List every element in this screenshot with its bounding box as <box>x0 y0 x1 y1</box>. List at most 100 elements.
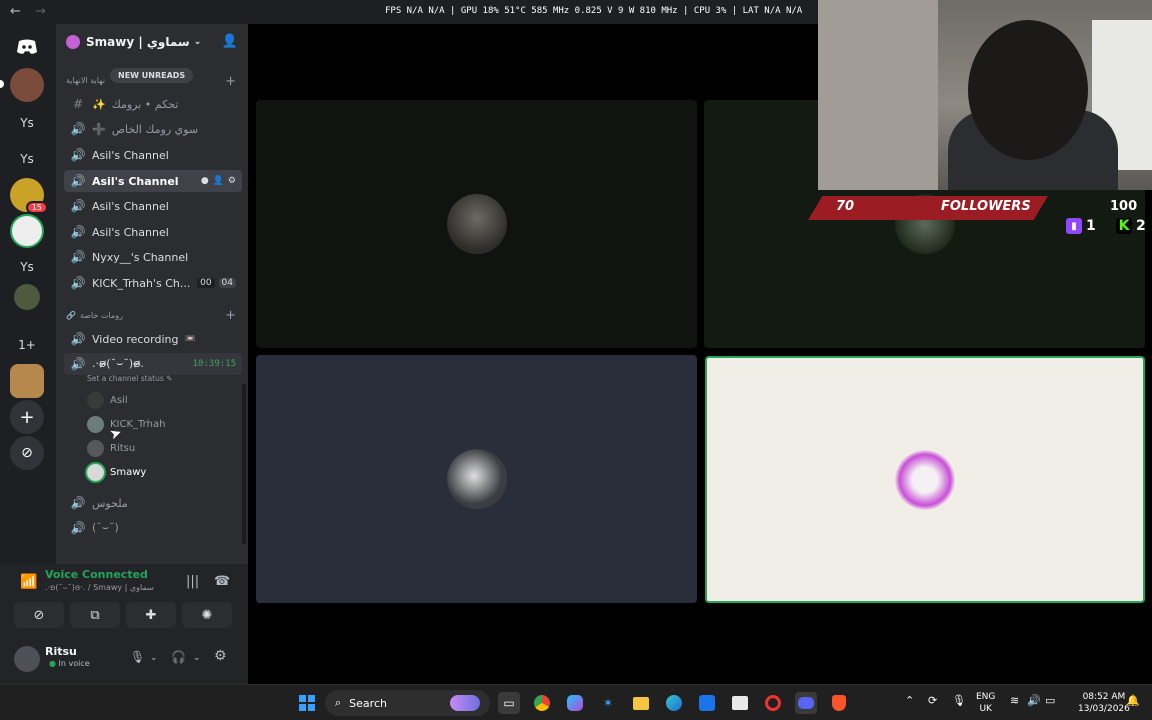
speaker-icon: 🔊 <box>70 225 86 239</box>
avatar <box>87 415 104 433</box>
user-limit-badge: 04 <box>218 278 236 288</box>
category-top[interactable]: نهاية الانهاية <box>66 76 105 85</box>
edge-icon[interactable] <box>663 692 685 714</box>
notifications-bell-icon[interactable]: 🔔 <box>1126 695 1140 707</box>
channel-nyxy[interactable]: 🔊 Nyxy__'s Channel <box>64 246 242 268</box>
app-icon[interactable]: ✶ <box>597 692 619 714</box>
server-folder-count[interactable]: 1+ <box>10 328 44 362</box>
nav-arrows: ← → <box>10 4 56 19</box>
channel-current-voice[interactable]: 🔊 .·ʚ̴̶̷̷(˘⌣˘)ɞ̴̶̷. 10:39:15 <box>64 353 242 375</box>
user-avatar[interactable] <box>14 646 40 672</box>
chat-bubble-icon: ● <box>200 176 209 186</box>
channel-kick-trhah[interactable]: 🔊 KICK_Trhah's Ch... 00 04 <box>64 272 242 294</box>
sidebar-scrollbar[interactable] <box>242 384 246 544</box>
speaker-active-icon: 🔊 <box>70 357 86 371</box>
chrome-icon[interactable] <box>531 692 553 714</box>
screen-share-button[interactable]: ⧉ <box>70 602 120 628</box>
voice-member[interactable]: KICK_Trhah <box>87 414 165 434</box>
discord-taskbar-icon[interactable] <box>795 692 817 714</box>
new-unreads-pill[interactable]: NEW UNREADS <box>110 68 194 83</box>
twitch-icon: ▮ <box>1066 218 1082 234</box>
tray-chevron-up-icon[interactable]: ⌃ <box>905 695 914 707</box>
participant-tile[interactable] <box>256 100 697 348</box>
channel-status-hint[interactable]: Set a channel status ✎ <box>87 374 172 383</box>
followers-target: 100 <box>1110 199 1138 214</box>
outlook-icon[interactable] <box>696 692 718 714</box>
voice-member-speaking[interactable]: Smawy <box>87 462 146 482</box>
channel-control[interactable]: # ✨ تحكم • برومك <box>64 93 242 115</box>
server-active-icon[interactable] <box>10 214 44 248</box>
tray-sync-icon[interactable]: ⟳ <box>928 695 937 707</box>
wifi-icon[interactable]: ≋ <box>1010 695 1019 707</box>
task-view-icon[interactable]: ▭ <box>498 692 520 714</box>
file-explorer-icon[interactable] <box>630 692 652 714</box>
channel-face[interactable]: 🔊 (˘⌣˘) <box>64 517 242 539</box>
disconnect-icon[interactable]: ☎ <box>214 574 230 589</box>
copilot-icon[interactable] <box>564 692 586 714</box>
back-arrow-icon[interactable]: ← <box>10 4 21 19</box>
channel-asil-4[interactable]: 🔊 Asil's Channel <box>64 221 242 243</box>
voice-connected-subtitle[interactable]: .·ʚ(˘⌣˘)ɞ·. / Smawy | سماوي <box>45 583 154 593</box>
voice-member[interactable]: Asil <box>87 390 128 410</box>
clock[interactable]: 08:52 AM 13/03/2026 <box>1078 691 1130 715</box>
activities-button[interactable]: ✚ <box>126 602 176 628</box>
discord-home-icon[interactable] <box>10 30 44 64</box>
forward-arrow-icon[interactable]: → <box>35 4 46 19</box>
server-ys-2[interactable]: Ys <box>10 142 44 176</box>
language-indicator[interactable]: ENG UK <box>976 691 995 715</box>
add-server-icon[interactable]: + <box>10 400 44 434</box>
store-icon[interactable] <box>729 692 751 714</box>
server-ys-1[interactable]: Ys <box>10 106 44 140</box>
windows-start-icon[interactable] <box>296 692 318 714</box>
video-off-button[interactable]: ⊘ <box>14 602 64 628</box>
channel-asil-2[interactable]: 🔊 Asil's Channel ● 👤 ⚙ <box>64 170 242 192</box>
brave-icon[interactable] <box>828 692 850 714</box>
tray-mic-icon[interactable]: 🎙 <box>952 695 966 707</box>
soundboard-button[interactable]: ✺ <box>182 602 232 628</box>
battery-icon[interactable]: ▭ <box>1045 695 1055 707</box>
add-private-channel-plus-icon[interactable]: + <box>225 308 236 323</box>
channel-malhoos[interactable]: 🔊 ملحوس <box>64 492 242 514</box>
chevron-down-icon[interactable]: ⌄ <box>150 653 158 663</box>
avatar <box>87 391 104 409</box>
text-channel-hash-icon: # <box>72 97 84 111</box>
microphone-icon[interactable]: 🎙 <box>130 650 145 664</box>
channel-sidebar: Smawy | سماوي ⌄ 👤 نهاية الانهاية NEW UNR… <box>56 24 248 564</box>
server-header[interactable]: Smawy | سماوي ⌄ <box>56 24 248 60</box>
channel-asil-3[interactable]: 🔊 Asil's Channel <box>64 195 242 217</box>
signal-icon[interactable]: 📶 <box>20 574 37 590</box>
category-private[interactable]: 🔗 رومات خاصة <box>66 311 123 320</box>
voice-connected-title[interactable]: Voice Connected <box>45 568 148 581</box>
participant-tile[interactable] <box>256 355 697 603</box>
add-channel-plus-icon[interactable]: + <box>225 74 236 89</box>
server-avatar-icon[interactable] <box>10 68 44 102</box>
headphones-icon[interactable]: 🎧 <box>171 650 186 664</box>
server-indicator-pill <box>0 80 4 88</box>
app-red-icon[interactable] <box>762 692 784 714</box>
server-small-icon[interactable] <box>14 284 40 310</box>
screen-share-icon: ⧉ <box>90 607 100 623</box>
taskbar-search[interactable]: ⌕ Search <box>325 690 490 716</box>
speaker-icon: 🔊 <box>70 496 86 510</box>
server-food-icon[interactable] <box>10 364 44 398</box>
server-ys-3[interactable]: Ys <box>10 250 44 284</box>
speaker-icon: 🔊 <box>70 332 86 346</box>
server-gold-icon[interactable]: 15 <box>10 178 48 214</box>
channel-video-recording[interactable]: 🔊 Video recording 📼 <box>64 328 242 350</box>
voice-member[interactable]: Ritsu <box>87 438 135 458</box>
avatar <box>87 463 104 481</box>
link-icon: 🔗 <box>66 311 76 320</box>
channel-asil-1[interactable]: 🔊 Asil's Channel <box>64 144 242 166</box>
channel-create-room[interactable]: 🔊 ➕ سوي رومك الخاص <box>64 118 242 140</box>
user-name[interactable]: Ritsu <box>45 645 77 658</box>
chevron-down-icon[interactable]: ⌄ <box>193 653 201 663</box>
participant-tile-speaking[interactable] <box>705 356 1145 603</box>
soundboard-icon: ✺ <box>201 607 213 623</box>
settings-gear-icon[interactable]: ⚙ <box>214 648 227 664</box>
user-count-badge: 00 <box>197 278 215 288</box>
volume-icon[interactable]: 🔊 <box>1027 695 1041 707</box>
invite-user-icon: 👤 <box>212 176 224 186</box>
add-member-icon[interactable]: 👤 <box>222 34 238 49</box>
explore-compass-icon[interactable]: ⊘ <box>10 436 44 470</box>
noise-suppression-icon[interactable]: ||| <box>186 574 199 589</box>
